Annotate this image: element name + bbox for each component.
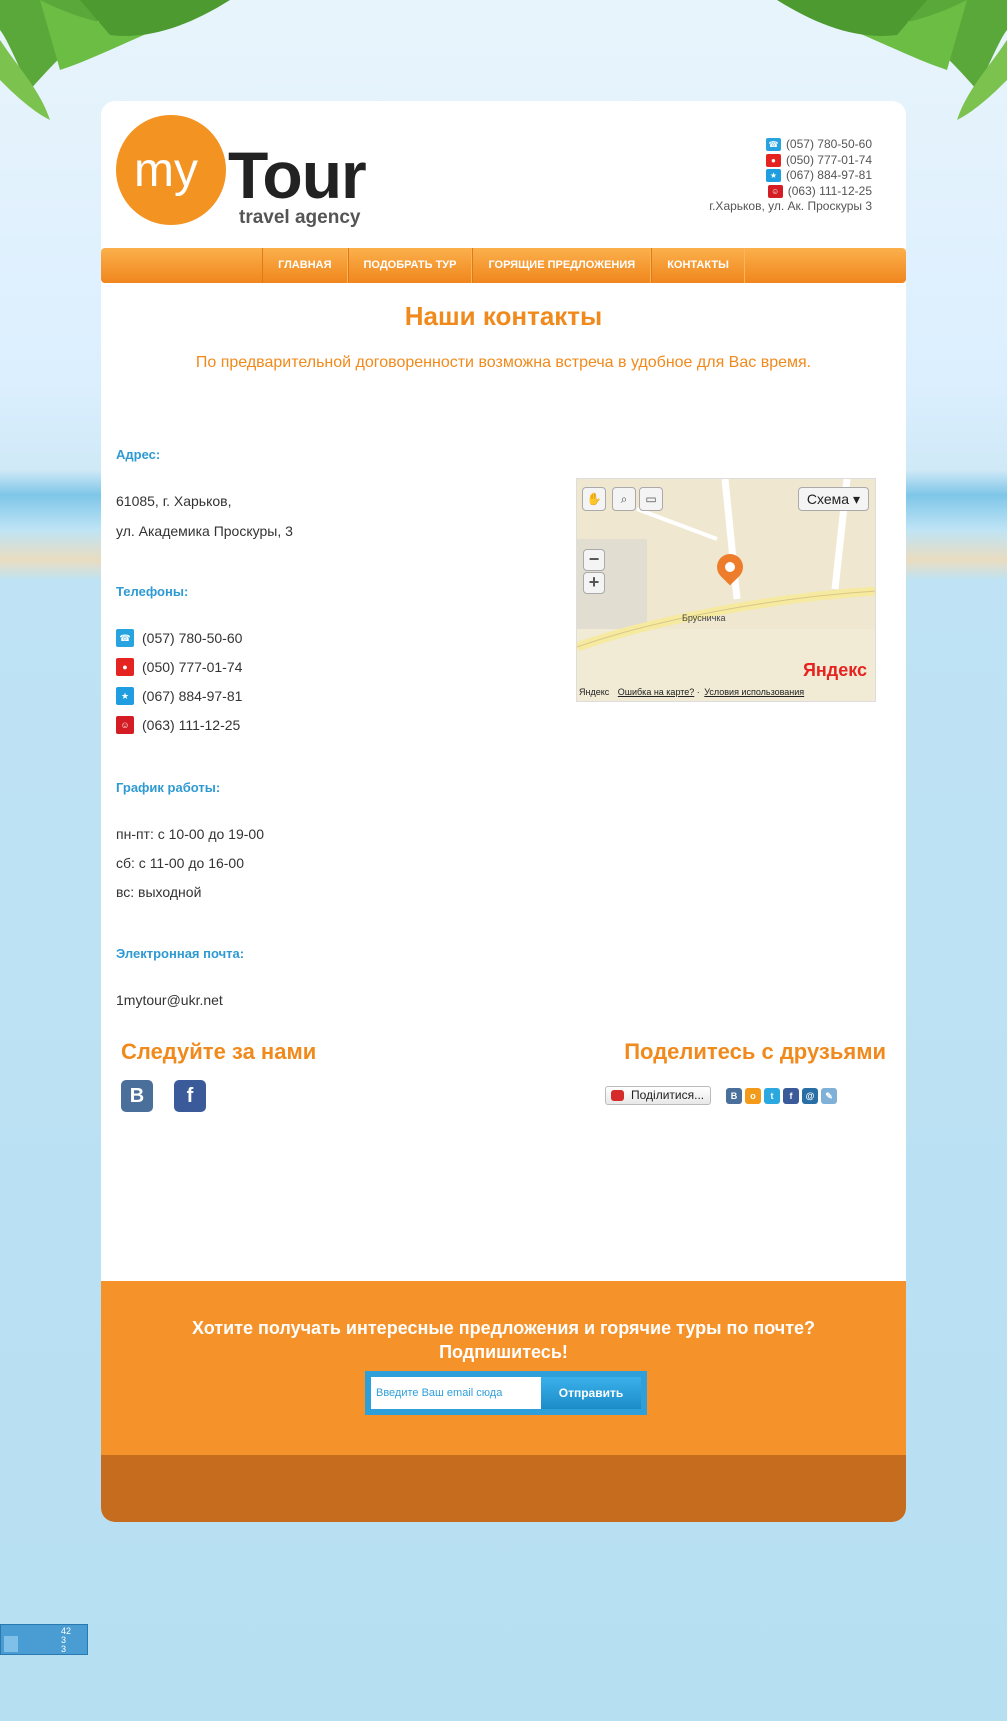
email-input[interactable] [371,1377,541,1409]
counter-value: 3 [61,1644,67,1654]
share-button-label: Поділитися... [631,1088,705,1102]
map-terms-link[interactable]: Условия использования [704,687,804,697]
vk-icon[interactable]: B [121,1080,153,1112]
phone-number: (057) 780-50-60 [142,630,243,646]
page-title: Наши контакты [404,301,603,331]
submit-button[interactable]: Отправить [541,1377,641,1409]
header-phone-row: ★ (067) 884-97-81 [709,168,872,184]
main-nav: ГЛАВНАЯ ПОДОБРАТЬ ТУР ГОРЯЩИЕ ПРЕДЛОЖЕНИ… [101,248,906,283]
email-label: Электронная почта: [116,946,245,961]
map-footer: Яндекс Ошибка на карте? · Условия исполь… [579,687,805,697]
header-phone: (067) 884-97-81 [785,168,872,182]
hand-tool-icon[interactable]: ✋ [582,487,606,511]
facebook-share-icon[interactable]: f [783,1088,799,1104]
header-phone: (057) 780-50-60 [785,137,872,151]
email-link[interactable]: 1mytour@ukr.net [116,992,223,1008]
header-phone-row: ● (050) 777-01-74 [709,153,872,169]
twitter-share-icon[interactable]: t [764,1088,780,1104]
subscribe-form: Отправить [365,1371,647,1415]
visit-counter[interactable]: 42 3 3 [0,1624,88,1655]
phone-number: (067) 884-97-81 [142,688,243,704]
mts-icon: ● [765,153,781,167]
map-error-link[interactable]: Ошибка на карте? [618,687,695,697]
nav-item-hot-offers[interactable]: ГОРЯЩИЕ ПРЕДЛОЖЕНИЯ [472,248,652,283]
header-address-text: г.Харьков, ул. Ак. Проскуры 3 [709,199,872,213]
header-phone-row: ☺ (063) 111-12-25 [709,184,872,200]
share-title: Поделитесь с друзьями [624,1039,886,1064]
map-footer-brand: Яндекс [579,687,610,697]
life-icon: ☺ [767,184,783,198]
header-contacts: ☎ (057) 780-50-60 ● (050) 777-01-74 ★ (0… [709,137,872,215]
header-phone: (050) 777-01-74 [785,152,872,167]
page-container: my Tour travel agency ☎ (057) 780-50-60 … [101,101,906,1522]
logo-my-text: my [134,144,198,197]
phone-row: ★ (067) 884-97-81 [116,687,242,705]
address-line: 61085, г. Харьков, [116,493,232,509]
phone-number: (063) 111-12-25 [142,717,241,733]
schedule-line: пн-пт: с 10-00 до 19-00 [116,826,264,842]
logo-tour-text: Tour [228,138,367,212]
logo[interactable]: my Tour travel agency [116,115,396,230]
ruler-tool-icon[interactable]: ▭ [639,487,663,511]
nav-item-home[interactable]: ГЛАВНАЯ [262,248,348,283]
odnoklassniki-share-icon[interactable]: o [745,1088,761,1104]
vk-share-icon[interactable]: B [726,1088,742,1104]
header-address: г.Харьков, ул. Ак. Проскуры 3 [709,199,872,215]
schedule-line: сб: с 11-00 до 16-00 [116,855,244,871]
kyivstar-icon: ★ [116,687,134,705]
mts-icon: ● [116,658,134,676]
map-scheme-select[interactable]: Схема ▾ [797,487,869,511]
livejournal-share-icon[interactable]: ✎ [821,1088,837,1104]
nav-item-find-tour[interactable]: ПОДОБРАТЬ ТУР [347,248,473,283]
schedule-line: вс: выходной [116,884,202,900]
nav-item-contacts[interactable]: КОНТАКТЫ [651,248,745,283]
magnifier-tool-icon[interactable]: ⌕ [612,487,636,511]
share-icons: B o t f @ ✎ [726,1088,837,1104]
schedule-label: График работы: [116,780,221,795]
address-label: Адрес: [116,447,161,462]
share-button[interactable]: Поділитися... [605,1086,712,1105]
subscribe-section: Хотите получать интересные предложения и… [101,1281,906,1455]
header-phone: (063) 111-12-25 [787,183,872,198]
yandex-map[interactable]: ✋ ⌕ ▭ Схема ▾ − + Брусничка Яндекс Яндек… [576,478,876,702]
phone-icon: ☎ [116,629,134,647]
phone-row: ☺ (063) 111-12-25 [116,716,240,734]
zoom-in-button[interactable]: + [583,572,605,594]
life-icon: ☺ [116,716,134,734]
facebook-icon[interactable]: f [174,1080,206,1112]
phone-row: ☎ (057) 780-50-60 [116,629,242,647]
address-line: ул. Академика Проскуры, 3 [116,523,293,539]
subscribe-line: Подпишитесь! [439,1342,568,1362]
counter-bars-icon [4,1636,18,1652]
footer-bar [101,1455,906,1522]
subscribe-line: Хотите получать интересные предложения и… [191,1318,816,1338]
yandex-logo: Яндекс [802,660,867,680]
page-subtitle: По предварительной договоренности возмож… [195,354,812,371]
follow-title: Следуйте за нами [121,1039,317,1064]
header-phone-row: ☎ (057) 780-50-60 [709,137,872,153]
phones-label: Телефоны: [116,584,189,599]
mailru-share-icon[interactable]: @ [802,1088,818,1104]
map-poi-label: Брусничка [682,613,726,623]
phone-number: (050) 777-01-74 [142,659,243,675]
share-logo-icon [611,1090,624,1101]
phone-icon: ☎ [765,138,781,152]
subscribe-text: Хотите получать интересные предложения и… [101,1316,906,1364]
logo-subtitle: travel agency [239,207,361,228]
phone-row: ● (050) 777-01-74 [116,658,242,676]
kyivstar-icon: ★ [765,169,781,183]
zoom-out-button[interactable]: − [583,549,605,571]
